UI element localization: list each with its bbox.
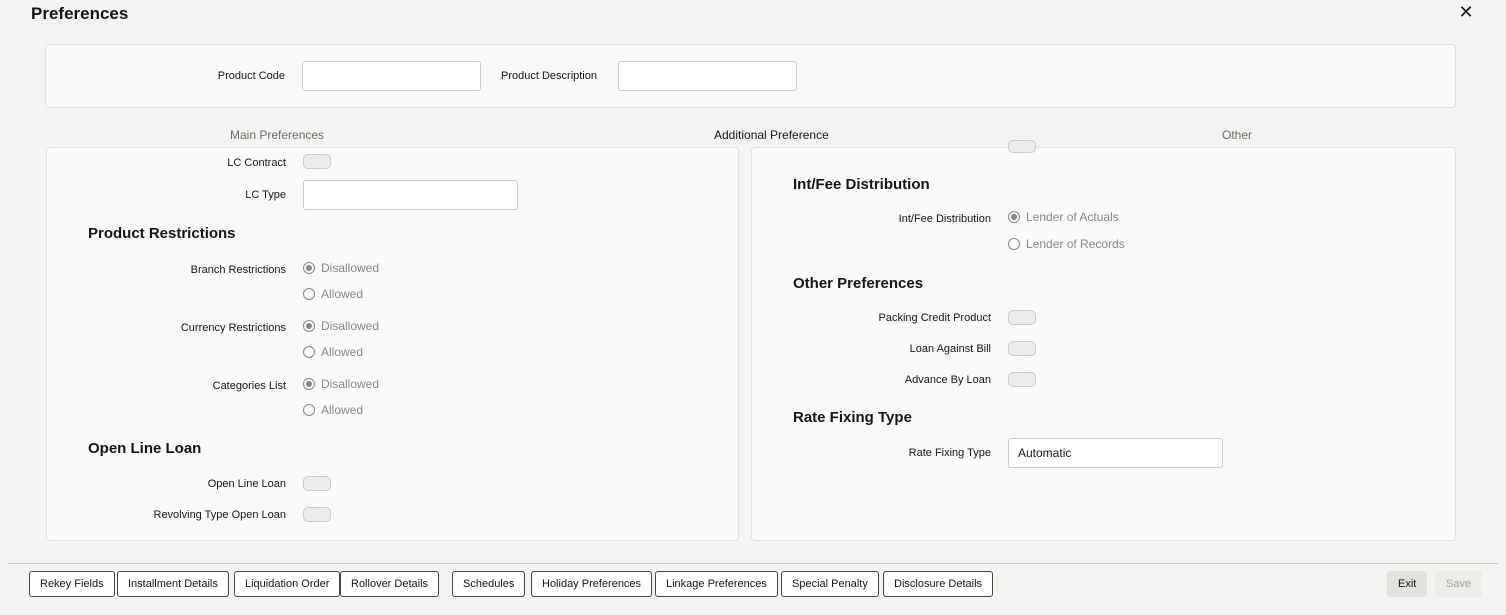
close-icon[interactable]: ✕ [1456, 2, 1476, 22]
rate-fixing-heading: Rate Fixing Type [793, 409, 912, 426]
categories-list-label: Categories List [212, 380, 286, 392]
installment-details-button[interactable]: Installment Details [117, 571, 229, 597]
footer-toolbar: Rekey Fields Installment Details Liquida… [8, 563, 1498, 606]
lender-of-records-radio[interactable]: Lender of Records [1008, 237, 1125, 251]
special-penalty-button[interactable]: Special Penalty [781, 571, 879, 597]
product-description-input[interactable] [618, 61, 797, 91]
radio-unselected-icon [303, 288, 315, 300]
int-fee-label: Int/Fee Distribution [898, 213, 991, 225]
save-button[interactable]: Save [1435, 571, 1483, 597]
lc-contract-toggle[interactable] [303, 154, 331, 169]
partial-toggle[interactable] [1008, 140, 1036, 153]
right-preferences-panel: Int/Fee Distribution Int/Fee Distributio… [751, 140, 1456, 541]
branch-disallowed-radio[interactable]: Disallowed [303, 261, 379, 275]
radio-unselected-icon [1008, 238, 1020, 250]
branch-restrictions-label: Branch Restrictions [190, 264, 286, 276]
radio-selected-icon [1008, 211, 1020, 223]
product-code-input[interactable] [302, 61, 481, 91]
window-title: Preferences [31, 4, 129, 23]
loan-against-bill-label: Loan Against Bill [909, 343, 991, 355]
tab-other[interactable]: Other [1222, 128, 1252, 142]
other-preferences-heading: Other Preferences [793, 275, 924, 292]
open-line-loan-heading: Open Line Loan [88, 440, 202, 457]
advance-by-loan-label: Advance By Loan [904, 374, 991, 386]
currency-allowed-radio[interactable]: Allowed [303, 345, 363, 359]
product-code-label: Product Code [217, 70, 285, 82]
radio-selected-icon [303, 320, 315, 332]
left-preferences-panel: LC Contract LC Type Product Restrictions… [46, 147, 739, 541]
lc-type-label: LC Type [245, 189, 286, 201]
loan-against-bill-toggle[interactable] [1008, 341, 1036, 356]
product-description-label: Product Description [501, 70, 597, 82]
rekey-fields-button[interactable]: Rekey Fields [29, 571, 115, 597]
linkage-preferences-button[interactable]: Linkage Preferences [655, 571, 778, 597]
packing-credit-toggle[interactable] [1008, 310, 1036, 325]
lc-type-input[interactable] [303, 180, 518, 210]
advance-by-loan-toggle[interactable] [1008, 372, 1036, 387]
rate-fixing-label: Rate Fixing Type [908, 447, 991, 459]
rollover-details-button[interactable]: Rollover Details [340, 571, 440, 597]
currency-restrictions-label: Currency Restrictions [180, 322, 286, 334]
open-line-loan-toggle[interactable] [303, 476, 331, 491]
int-fee-heading: Int/Fee Distribution [793, 176, 930, 193]
tab-main-preferences[interactable]: Main Preferences [230, 128, 324, 142]
open-line-loan-label: Open Line Loan [207, 478, 286, 490]
schedules-button[interactable]: Schedules [452, 571, 526, 597]
rate-fixing-input[interactable] [1008, 438, 1223, 468]
categories-allowed-radio[interactable]: Allowed [303, 403, 363, 417]
liquidation-order-button[interactable]: Liquidation Order [234, 571, 341, 597]
product-header-panel: Product Code Product Description [45, 44, 1456, 108]
packing-credit-label: Packing Credit Product [878, 312, 992, 324]
disclosure-details-button[interactable]: Disclosure Details [883, 571, 994, 597]
radio-unselected-icon [303, 404, 315, 416]
radio-selected-icon [303, 262, 315, 274]
tab-additional-preference[interactable]: Additional Preference [714, 128, 829, 142]
lc-contract-label: LC Contract [227, 157, 286, 169]
lender-of-actuals-radio[interactable]: Lender of Actuals [1008, 210, 1119, 224]
radio-selected-icon [303, 378, 315, 390]
categories-disallowed-radio[interactable]: Disallowed [303, 377, 379, 391]
product-restrictions-heading: Product Restrictions [88, 225, 236, 242]
revolving-type-label: Revolving Type Open Loan [153, 509, 287, 521]
preference-tabs: Main Preferences Additional Preference O… [0, 125, 1506, 147]
title-bar: Preferences ✕ [0, 0, 1506, 30]
holiday-preferences-button[interactable]: Holiday Preferences [531, 571, 653, 597]
branch-allowed-radio[interactable]: Allowed [303, 287, 363, 301]
currency-disallowed-radio[interactable]: Disallowed [303, 319, 379, 333]
radio-unselected-icon [303, 346, 315, 358]
exit-button[interactable]: Exit [1387, 571, 1428, 597]
revolving-type-toggle[interactable] [303, 507, 331, 522]
